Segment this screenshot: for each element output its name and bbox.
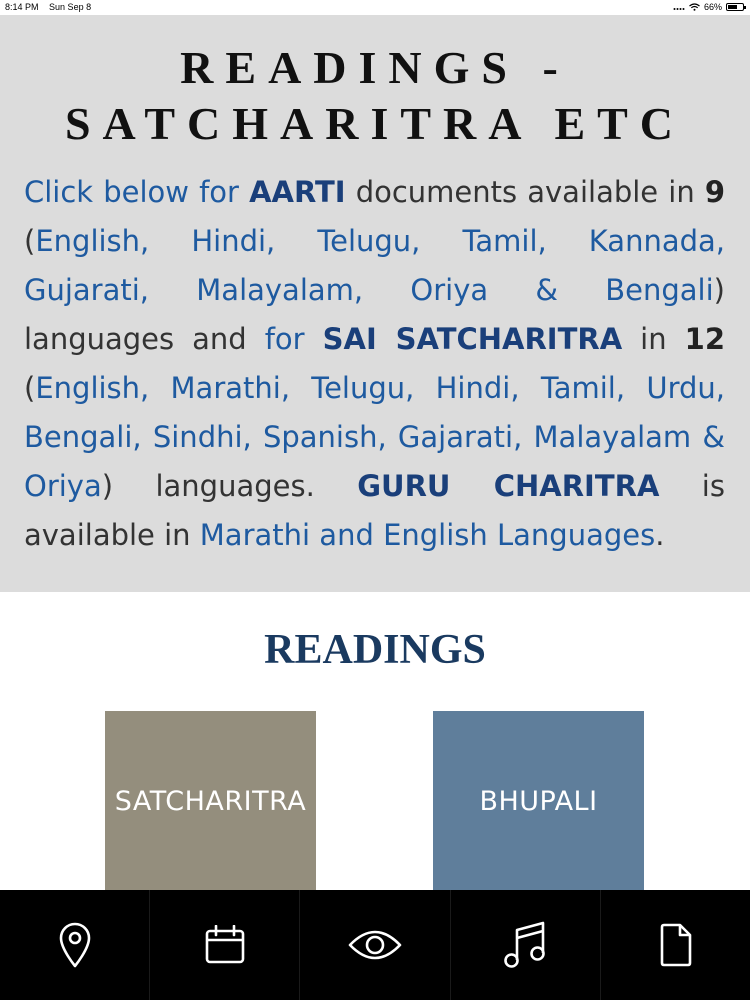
nav-item-documents[interactable] [601, 890, 750, 1000]
status-bar: 8:14 PM Sun Sep 8 66% [0, 0, 750, 15]
intro-link-click-below[interactable]: Click below for [24, 175, 249, 209]
intro-text: ( [24, 224, 36, 258]
nav-item-music[interactable] [451, 890, 601, 1000]
music-note-icon [504, 921, 546, 968]
location-pin-icon [59, 922, 90, 968]
page-title-line-1: READINGS - [180, 42, 570, 93]
status-date: Sun Sep 8 [49, 2, 92, 12]
nav-item-calendar[interactable] [150, 890, 301, 1000]
readings-heading: READINGS [264, 627, 486, 673]
nav-item-location[interactable] [0, 890, 151, 1000]
intro-text: ( [24, 371, 36, 405]
intro-text: documents available in [345, 175, 705, 209]
intro-paragraph: Click below for AARTI documents availabl… [24, 168, 725, 560]
eye-icon [348, 930, 402, 960]
bhupali-tile[interactable]: BHUPALI [433, 711, 644, 891]
wifi-icon [689, 3, 700, 11]
aarti-count: 9 [704, 175, 725, 209]
satcharitra-count: 12 [684, 322, 725, 356]
intro-link-for[interactable]: for [265, 322, 323, 356]
satcharitra-tile[interactable]: SATCHARITRA [105, 711, 316, 891]
status-time: 8:14 PM [5, 2, 39, 12]
calendar-icon [205, 925, 245, 964]
bottom-nav [0, 890, 750, 1000]
battery-percent: 66% [703, 2, 722, 12]
bhupali-tile-label: BHUPALI [479, 785, 598, 817]
battery-icon [726, 3, 746, 11]
intro-text: in [622, 322, 685, 356]
page-title-line-2: SATCHARITRA ETC [64, 98, 686, 149]
intro-text: . [655, 518, 665, 552]
document-icon [661, 923, 692, 967]
guru-charitra-languages-link[interactable]: Marathi and English Languages [200, 518, 655, 552]
nav-item-view[interactable] [300, 890, 451, 1000]
guru-charitra-link[interactable]: GURU CHARITRA [357, 469, 659, 503]
aarti-languages-link[interactable]: English, Hindi, Telugu, Tamil, Kannada, … [24, 224, 725, 307]
page-title: READINGS - SATCHARITRA ETC [0, 40, 750, 152]
signal-icon [673, 8, 685, 10]
aarti-link[interactable]: AARTI [249, 175, 346, 209]
satcharitra-tile-label: SATCHARITRA [114, 785, 307, 817]
header-section: READINGS - SATCHARITRA ETC Click below f… [0, 15, 750, 592]
intro-text: ) languages. [101, 469, 358, 503]
sai-satcharitra-link[interactable]: SAI SATCHARITRA [323, 322, 623, 356]
